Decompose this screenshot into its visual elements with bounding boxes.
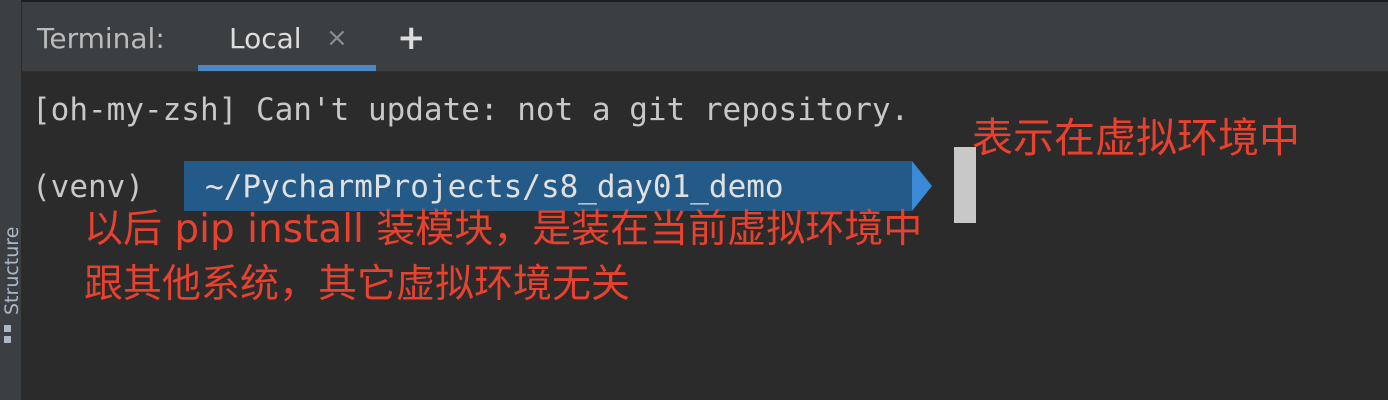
structure-icon [4,325,11,332]
annotation-pip-note: 以后 pip install 装模块，是装在当前虚拟环境中 [84,207,923,252]
active-tab-indicator [198,65,376,71]
tab-local[interactable]: Local × [198,2,376,71]
close-icon[interactable]: × [326,23,348,53]
terminal-tab-bar: Terminal: Local × + [22,2,1388,72]
structure-icon-part [4,336,11,343]
structure-tab-label: Structure [1,226,23,315]
terminal-line: [oh-my-zsh] Can't update: not a git repo… [32,92,910,128]
annotation-isolation-note: 跟其他系统，其它虚拟环境无关 [84,262,631,307]
add-tab-button[interactable]: + [397,18,426,58]
terminal-title: Terminal: [37,22,165,55]
structure-tool-tab[interactable]: Structure [0,185,23,355]
tab-local-label: Local [229,22,302,55]
annotation-venv-note: 表示在虚拟环境中 [972,114,1300,162]
